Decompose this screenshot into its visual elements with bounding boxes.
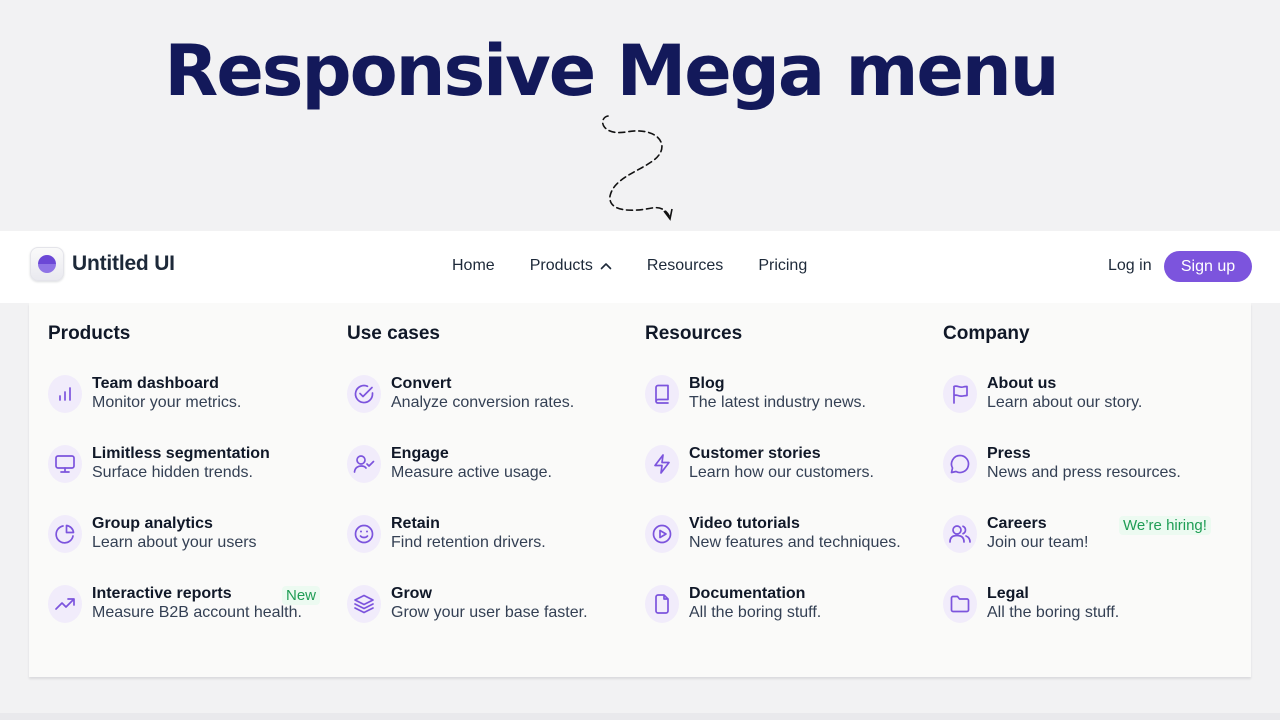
- menu-item-desc: News and press resources.: [987, 464, 1181, 481]
- play-circle-icon: [645, 515, 679, 553]
- menu-item-title: Customer stories: [689, 445, 821, 462]
- pie-chart-icon: [48, 515, 82, 553]
- users-icon: [943, 515, 977, 553]
- menu-item-legal[interactable]: Legal All the boring stuff.: [943, 583, 1233, 625]
- menu-item-desc: Monitor your metrics.: [92, 394, 242, 411]
- menu-item-group-analytics[interactable]: Group analytics Learn about your users: [48, 513, 338, 555]
- menu-item-desc: Learn about our story.: [987, 394, 1143, 411]
- menu-item-about-us[interactable]: About us Learn about our story.: [943, 373, 1233, 415]
- book-icon: [645, 375, 679, 413]
- navbar: Untitled UI Home Products Resources Pric…: [0, 231, 1280, 303]
- menu-item-customer-stories[interactable]: Customer stories Learn how our customers…: [645, 443, 935, 485]
- folder-icon: [943, 585, 977, 623]
- menu-item-title: Press: [987, 445, 1031, 462]
- menu-item-careers[interactable]: Careers Join our team! We’re hiring!: [943, 513, 1233, 555]
- menu-column-products: Products Team dashboard Monitor your met…: [48, 323, 338, 623]
- file-icon: [645, 585, 679, 623]
- dashed-arrow-icon: [601, 115, 673, 221]
- check-circle-icon: [347, 375, 381, 413]
- chevron-up-icon: [600, 263, 612, 270]
- menu-item-retain[interactable]: Retain Find retention drivers.: [347, 513, 637, 555]
- column-title: Company: [943, 323, 1030, 344]
- menu-column-resources: Resources Blog The latest industry news.…: [645, 323, 935, 623]
- logo-icon: [30, 247, 64, 281]
- menu-item-video-tutorials[interactable]: Video tutorials New features and techniq…: [645, 513, 935, 555]
- hiring-badge: We’re hiring!: [1119, 516, 1211, 535]
- menu-item-desc: Learn how our customers.: [689, 464, 874, 481]
- menu-item-desc: Learn about your users: [92, 534, 257, 551]
- nav-link-pricing[interactable]: Pricing: [758, 257, 807, 275]
- column-title: Resources: [645, 323, 743, 344]
- menu-item-documentation[interactable]: Documentation All the boring stuff.: [645, 583, 935, 625]
- menu-item-title: Video tutorials: [689, 515, 800, 532]
- menu-item-desc: New features and techniques.: [689, 534, 901, 551]
- menu-item-engage[interactable]: Engage Measure active usage.: [347, 443, 637, 485]
- menu-item-title: Grow: [391, 585, 432, 602]
- menu-column-company: Company About us Learn about our story. …: [943, 323, 1233, 623]
- menu-item-desc: The latest industry news.: [689, 394, 866, 411]
- menu-item-desc: Join our team!: [987, 534, 1089, 551]
- menu-column-use-cases: Use cases Convert Analyze conversion rat…: [347, 323, 637, 623]
- nav-link-home[interactable]: Home: [452, 257, 495, 275]
- nav-link-products[interactable]: Products: [530, 257, 612, 275]
- menu-item-title: Careers: [987, 515, 1047, 532]
- lightning-icon: [645, 445, 679, 483]
- menu-item-desc: Grow your user base faster.: [391, 604, 588, 621]
- menu-item-desc: Measure B2B account health.: [92, 604, 302, 621]
- logo[interactable]: Untitled UI: [30, 247, 175, 281]
- menu-item-title: Legal: [987, 585, 1029, 602]
- menu-item-desc: Surface hidden trends.: [92, 464, 253, 481]
- menu-item-title: Limitless segmentation: [92, 445, 270, 462]
- menu-item-blog[interactable]: Blog The latest industry news.: [645, 373, 935, 415]
- page-title: Responsive Mega menu: [164, 30, 1059, 112]
- menu-item-title: Convert: [391, 375, 452, 392]
- nav-link-resources[interactable]: Resources: [647, 257, 723, 275]
- menu-item-title: Retain: [391, 515, 440, 532]
- menu-item-desc: All the boring stuff.: [987, 604, 1120, 621]
- menu-item-title: Blog: [689, 375, 725, 392]
- mega-menu: Products Team dashboard Monitor your met…: [29, 303, 1251, 677]
- layers-icon: [347, 585, 381, 623]
- bar-chart-icon: [48, 375, 82, 413]
- menu-item-limitless-segmentation[interactable]: Limitless segmentation Surface hidden tr…: [48, 443, 338, 485]
- smile-icon: [347, 515, 381, 553]
- page-bottom-strip: [0, 713, 1280, 720]
- menu-item-desc: Measure active usage.: [391, 464, 552, 481]
- menu-item-team-dashboard[interactable]: Team dashboard Monitor your metrics.: [48, 373, 338, 415]
- trend-up-icon: [48, 585, 82, 623]
- column-title: Use cases: [347, 323, 440, 344]
- column-title: Products: [48, 323, 131, 344]
- menu-item-title: Engage: [391, 445, 449, 462]
- menu-item-title: Interactive reports: [92, 585, 232, 602]
- menu-item-title: Team dashboard: [92, 375, 219, 392]
- new-badge: New: [282, 586, 321, 605]
- message-circle-icon: [943, 445, 977, 483]
- login-link[interactable]: Log in: [1108, 257, 1152, 275]
- menu-item-title: Documentation: [689, 585, 806, 602]
- nav-links: Home Products Resources Pricing: [452, 257, 842, 275]
- menu-item-interactive-reports[interactable]: Interactive reports Measure B2B account …: [48, 583, 338, 625]
- menu-item-convert[interactable]: Convert Analyze conversion rates.: [347, 373, 637, 415]
- flag-icon: [943, 375, 977, 413]
- menu-item-grow[interactable]: Grow Grow your user base faster.: [347, 583, 637, 625]
- user-check-icon: [347, 445, 381, 483]
- menu-item-desc: Find retention drivers.: [391, 534, 546, 551]
- menu-item-title: Group analytics: [92, 515, 213, 532]
- menu-item-desc: All the boring stuff.: [689, 604, 822, 621]
- menu-item-title: About us: [987, 375, 1057, 392]
- logo-text: Untitled UI: [72, 252, 175, 275]
- menu-item-press[interactable]: Press News and press resources.: [943, 443, 1233, 485]
- menu-item-desc: Analyze conversion rates.: [391, 394, 575, 411]
- signup-button[interactable]: Sign up: [1164, 251, 1252, 282]
- monitor-icon: [48, 445, 82, 483]
- nav-link-products-label: Products: [529, 257, 593, 274]
